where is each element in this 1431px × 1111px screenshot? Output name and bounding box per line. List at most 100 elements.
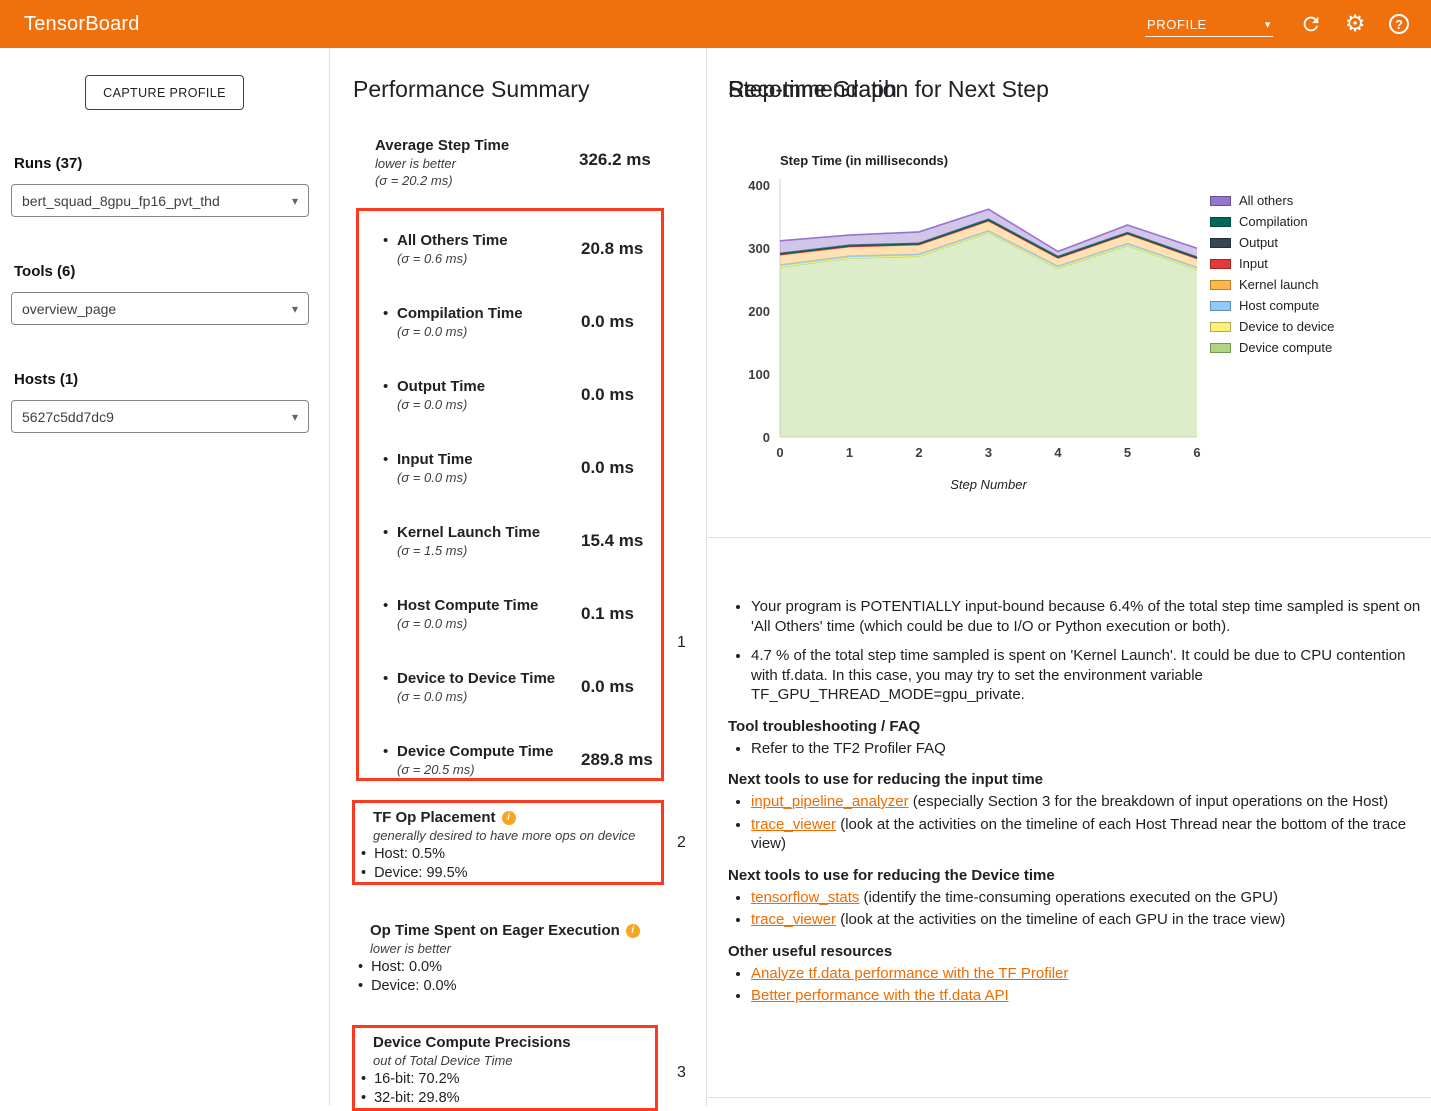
section-divider [707,537,1431,538]
legend-swatch [1210,196,1231,206]
gear-glyph: ⚙ [1345,13,1366,36]
precisions-subtitle: out of Total Device Time [373,1052,647,1070]
bullet-icon: • [383,305,388,322]
metric-value: 326.2 ms [579,150,651,170]
legend-label: Device to device [1239,319,1334,334]
bottom-divider [707,1097,1431,1098]
legend-item: Compilation [1210,211,1334,232]
metric-value: 0.0 ms [581,677,634,697]
tf-op-placement-list: Host: 0.5%Device: 99.5% [361,845,653,883]
metric-value: 289.8 ms [581,750,653,770]
svg-text:3: 3 [985,445,992,460]
rec-link[interactable]: trace_viewer [751,816,836,833]
average-step-time-metric: Average Step Time lower is better (σ = 2… [375,136,675,189]
svg-text:2: 2 [915,445,922,460]
legend-label: All others [1239,193,1293,208]
precisions-list: 16-bit: 70.2%32-bit: 29.8% [361,1070,647,1108]
legend-label: Compilation [1239,214,1308,229]
hosts-select[interactable]: 5627c5dd7dc9 ▾ [11,400,309,433]
legend-item: Output [1210,232,1334,253]
legend-item: Kernel launch [1210,274,1334,295]
tools-label: Tools (6) [14,263,329,280]
rec-link[interactable]: Analyze tf.data performance with the TF … [751,965,1068,982]
legend-label: Input [1239,256,1268,271]
metric-row: •All Others Time(σ = 0.6 ms)20.8 ms [359,231,661,304]
stat-item: 16-bit: 70.2% [361,1070,647,1089]
info-icon[interactable]: i [626,924,640,938]
stat-item: Host: 0.0% [358,958,656,977]
metric-value: 0.1 ms [581,604,634,624]
refresh-icon[interactable] [1295,8,1327,40]
legend-swatch [1210,217,1231,227]
device-compute-precisions-box: Device Compute Precisions out of Total D… [352,1025,658,1111]
gear-icon[interactable]: ⚙ [1339,8,1371,40]
svg-text:Step Number: Step Number [950,477,1027,492]
svg-text:100: 100 [748,367,770,382]
stat-item: Device: 0.0% [358,977,656,996]
svg-text:1: 1 [846,445,853,460]
metric-row: •Device to Device Time(σ = 0.0 ms)0.0 ms [359,669,661,742]
eager-execution-subtitle: lower is better [370,940,656,958]
tools-select-value: overview_page [22,301,116,317]
rec-intro-list: Your program is POTENTIALLY input-bound … [728,597,1421,705]
annotation-2: 2 [677,834,686,852]
legend-item: Device compute [1210,337,1334,358]
legend-swatch [1210,301,1231,311]
recommendation-content: Your program is POTENTIALLY input-bound … [728,597,1421,1009]
metric-row: •Host Compute Time(σ = 0.0 ms)0.1 ms [359,596,661,669]
bullet-icon: • [383,743,388,760]
rec-bullet: tensorflow_stats (identify the time-cons… [751,888,1421,908]
eager-execution-header: Op Time Spent on Eager Execution i [370,921,656,940]
svg-text:0: 0 [763,430,770,445]
rec-bullet: Better performance with the tf.data API [751,986,1421,1006]
runs-select-value: bert_squad_8gpu_fp16_pvt_thd [22,193,220,209]
rec-bullet: Analyze tf.data performance with the TF … [751,964,1421,984]
tools-select[interactable]: overview_page ▾ [11,292,309,325]
rec-link[interactable]: trace_viewer [751,911,836,928]
rec-section-heading: Next tools to use for reducing the Devic… [728,867,1421,884]
metric-value: 0.0 ms [581,312,634,332]
help-icon[interactable]: ? [1383,8,1415,40]
rec-bullet: Your program is POTENTIALLY input-bound … [751,597,1421,636]
app-header: TensorBoard PROFILE ▾ ⚙ ? [0,0,1431,48]
legend-swatch [1210,259,1231,269]
rec-section-heading: Tool troubleshooting / FAQ [728,718,1421,735]
annotation-3: 3 [677,1064,686,1082]
performance-summary-panel: Performance Summary Average Step Time lo… [330,48,707,1106]
legend-label: Host compute [1239,298,1319,313]
chevron-down-icon: ▾ [292,302,298,316]
metric-row: •Input Time(σ = 0.0 ms)0.0 ms [359,450,661,523]
svg-text:400: 400 [748,178,770,193]
info-icon[interactable]: i [502,811,516,825]
rec-section-list: Refer to the TF2 Profiler FAQ [728,739,1421,759]
precisions-title: Device Compute Precisions [373,1033,571,1052]
legend-swatch [1210,238,1231,248]
metric-sigma: (σ = 20.2 ms) [375,172,675,189]
bullet-icon: • [383,524,388,541]
stat-item: Host: 0.5% [361,845,653,864]
recommendation-title: Recommendation for Next Step [728,76,1049,103]
rec-link[interactable]: tensorflow_stats [751,889,859,906]
step-time-breakdown-box: •All Others Time(σ = 0.6 ms)20.8 ms•Comp… [356,208,664,781]
rec-link[interactable]: Better performance with the tf.data API [751,987,1009,1004]
svg-text:300: 300 [748,241,770,256]
rec-bullet: trace_viewer (look at the activities on … [751,910,1421,930]
metric-value: 0.0 ms [581,385,634,405]
svg-text:0: 0 [776,445,783,460]
dashboard-select[interactable]: PROFILE ▾ [1145,12,1273,37]
capture-profile-button[interactable]: CAPTURE PROFILE [85,75,244,110]
rec-section-heading: Next tools to use for reducing the input… [728,771,1421,788]
header-actions: PROFILE ▾ ⚙ ? [1145,8,1415,40]
legend-item: Input [1210,253,1334,274]
rec-link[interactable]: input_pipeline_analyzer [751,793,909,810]
chevron-down-icon: ▾ [292,410,298,424]
svg-text:200: 200 [748,304,770,319]
legend-label: Kernel launch [1239,277,1319,292]
rec-section-list: tensorflow_stats (identify the time-cons… [728,888,1421,930]
sidebar: CAPTURE PROFILE Runs (37) bert_squad_8gp… [0,48,330,1106]
app-title: TensorBoard [24,13,140,36]
tf-op-placement-subtitle: generally desired to have more ops on de… [373,827,653,845]
legend-item: Host compute [1210,295,1334,316]
rec-bullet: 4.7 % of the total step time sampled is … [751,646,1421,705]
runs-select[interactable]: bert_squad_8gpu_fp16_pvt_thd ▾ [11,184,309,217]
